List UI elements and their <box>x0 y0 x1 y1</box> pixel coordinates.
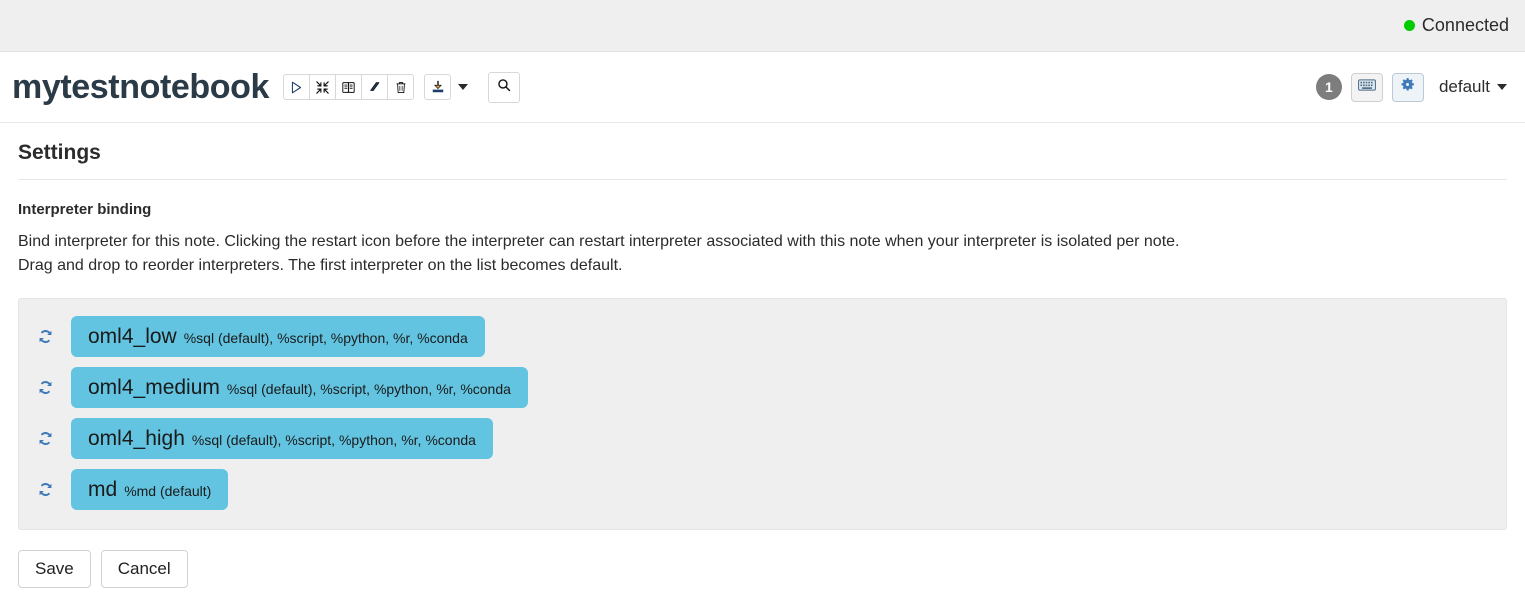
interpreter-list-item: oml4_low %sql (default), %script, %pytho… <box>19 311 1506 362</box>
revision-count-badge[interactable]: 1 <box>1315 74 1342 100</box>
notebook-action-toolbar <box>283 74 414 100</box>
restart-interpreter-icon[interactable] <box>29 327 61 346</box>
interpreter-name: md <box>88 478 118 501</box>
trash-icon <box>395 81 407 94</box>
collapse-all-button[interactable] <box>309 74 336 100</box>
collapse-icon <box>316 80 329 94</box>
connection-status-label: Connected <box>1421 15 1509 35</box>
interpreter-binding-description: Bind interpreter for this note. Clicking… <box>18 230 1507 278</box>
clear-output-button[interactable] <box>361 74 388 100</box>
top-status-bar: Connected <box>0 0 1525 52</box>
export-group <box>424 74 468 100</box>
settings-divider <box>18 179 1507 180</box>
interpreter-chip[interactable]: oml4_medium %sql (default), %script, %py… <box>71 367 528 408</box>
interpreter-modes: %sql (default), %script, %python, %r, %c… <box>183 330 468 346</box>
interpreter-modes: %md (default) <box>124 483 212 499</box>
permissions-dropdown-label: default <box>1438 77 1490 96</box>
keyboard-icon <box>1358 78 1376 96</box>
save-button[interactable]: Save <box>18 550 91 588</box>
search-code-button[interactable] <box>488 71 520 103</box>
restart-interpreter-icon[interactable] <box>29 378 61 397</box>
play-icon <box>290 81 303 94</box>
restart-interpreter-icon[interactable] <box>29 480 61 499</box>
interpreter-list-item: md %md (default) <box>19 464 1506 515</box>
export-note-button[interactable] <box>424 74 451 100</box>
search-icon <box>497 78 511 97</box>
delete-note-button[interactable] <box>387 74 414 100</box>
settings-section: Settings Interpreter binding Bind interp… <box>0 123 1525 588</box>
interpreter-list-item: oml4_medium %sql (default), %script, %py… <box>19 362 1506 413</box>
book-icon <box>342 81 355 94</box>
run-all-paragraphs-button[interactable] <box>283 74 310 100</box>
download-icon <box>431 80 445 94</box>
page-title: Settings <box>18 141 101 164</box>
toggle-output-button[interactable] <box>335 74 362 100</box>
permissions-dropdown[interactable]: default <box>1439 77 1507 97</box>
interpreter-binding-list: oml4_low %sql (default), %script, %pytho… <box>18 298 1507 530</box>
export-dropdown-caret[interactable] <box>458 84 468 90</box>
description-line-1: Bind interpreter for this note. Clicking… <box>18 233 1180 250</box>
notebook-header-right: 1 default <box>1315 72 1511 102</box>
interpreter-chip[interactable]: oml4_low %sql (default), %script, %pytho… <box>71 316 485 357</box>
notebook-header: mytestnotebook 1 default <box>0 52 1525 123</box>
description-line-2: Drag and drop to reorder interpreters. T… <box>18 257 623 274</box>
interpreter-chip[interactable]: oml4_high %sql (default), %script, %pyth… <box>71 418 493 459</box>
interpreter-name: oml4_low <box>88 325 177 348</box>
keyboard-shortcuts-button[interactable] <box>1350 72 1383 102</box>
eraser-icon <box>368 80 382 94</box>
interpreter-modes: %sql (default), %script, %python, %r, %c… <box>191 432 476 448</box>
gear-icon <box>1399 76 1416 98</box>
cancel-button[interactable]: Cancel <box>100 550 188 588</box>
interpreter-name: oml4_high <box>88 427 185 450</box>
connection-status: Connected <box>1403 15 1509 36</box>
interpreter-modes: %sql (default), %script, %python, %r, %c… <box>226 381 511 397</box>
interpreter-binding-title: Interpreter binding <box>18 201 152 218</box>
notebook-title[interactable]: mytestnotebook <box>12 68 269 107</box>
chevron-down-icon <box>1497 84 1507 90</box>
interpreter-name: oml4_medium <box>88 376 220 399</box>
settings-footer-buttons: Save Cancel <box>18 550 1507 588</box>
interpreter-settings-button[interactable] <box>1391 72 1424 102</box>
interpreter-chip[interactable]: md %md (default) <box>71 469 229 510</box>
restart-interpreter-icon[interactable] <box>29 429 61 448</box>
interpreter-list-item: oml4_high %sql (default), %script, %pyth… <box>19 413 1506 464</box>
connection-status-dot <box>1403 20 1415 31</box>
